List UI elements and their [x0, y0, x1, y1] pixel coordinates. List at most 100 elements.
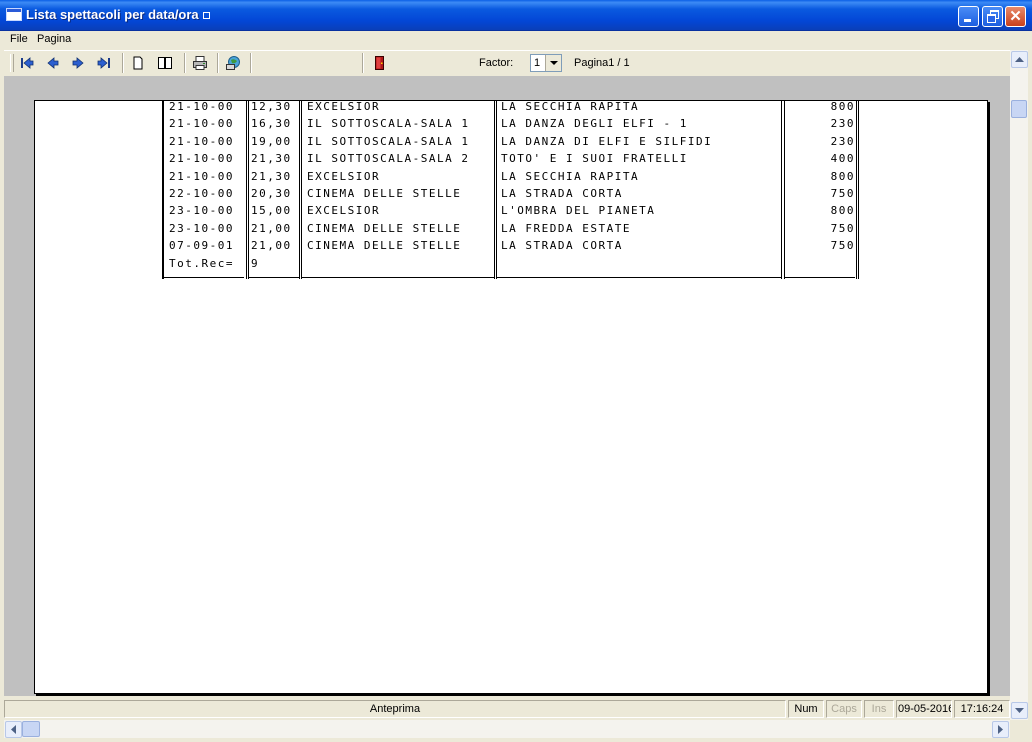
arrow-right-icon: [998, 725, 1003, 734]
report-column-rule: [246, 101, 247, 279]
exit-button[interactable]: [368, 53, 390, 73]
window-title: Lista spettacoli per data/ora: [26, 7, 210, 22]
last-page-icon: [97, 57, 110, 69]
printer-icon: [193, 56, 207, 70]
app-window-icon[interactable]: [6, 8, 22, 21]
toolbar: Factor: 1 Pagina1 / 1: [4, 50, 1010, 77]
report-cell-cinema: CINEMA DELLE STELLE: [307, 221, 462, 235]
report-column-rule: [856, 101, 857, 279]
report-column-rule: [301, 101, 302, 279]
single-page-button[interactable]: [127, 53, 149, 73]
toolbar-grip[interactable]: [10, 54, 14, 72]
report-cell-valore: 230: [830, 117, 855, 131]
title-bar[interactable]: Lista spettacoli per data/ora ✕: [0, 0, 1032, 31]
single-page-icon: [133, 56, 143, 70]
scroll-left-button[interactable]: [5, 721, 22, 738]
page-indicator: Pagina1 / 1: [574, 57, 630, 69]
minimize-button[interactable]: [958, 6, 979, 27]
report-cell-titolo: LA STRADA CORTA: [501, 187, 623, 200]
report-cell-valore: 750: [830, 239, 855, 253]
report-cell-ora: 21,30: [251, 169, 292, 183]
restore-button[interactable]: [982, 6, 1003, 27]
print-button[interactable]: [189, 53, 211, 73]
vertical-scrollbar[interactable]: [1010, 50, 1028, 720]
report-column-rule: [781, 101, 782, 279]
report-underline: [164, 277, 244, 278]
next-page-button[interactable]: [67, 53, 89, 73]
report-cell-valore: 400: [830, 152, 855, 166]
report-underline: [497, 277, 781, 278]
report-cell-data: 23-10-00: [169, 221, 234, 235]
horizontal-scroll-thumb[interactable]: [22, 721, 40, 737]
status-date: 09-05-2016: [896, 700, 952, 718]
report-cell-ora: 15,00: [251, 204, 292, 218]
close-icon: ✕: [1009, 8, 1022, 25]
report-cell-titolo: L'OMBRA DEL PIANETA: [501, 204, 656, 218]
report-cell-cinema: IL SOTTOSCALA-SALA 2: [307, 152, 470, 166]
minimize-icon: [964, 19, 971, 22]
report-cell-valore: 750: [830, 221, 855, 235]
report-underline: [249, 277, 299, 278]
report-cell-valore: 800: [830, 169, 855, 183]
report-cell-titolo: LA FREDDA ESTATE: [501, 221, 631, 235]
status-ins: Ins: [864, 700, 894, 718]
first-page-icon: [21, 57, 34, 69]
report-column-rule: [784, 101, 785, 279]
two-page-icon: [158, 57, 172, 69]
factor-label: Factor:: [479, 57, 514, 69]
prev-page-icon: [47, 57, 59, 69]
report-cell-cinema: EXCELSIOR: [307, 204, 381, 218]
report-total-value: 9: [251, 256, 260, 270]
exit-door-icon: [375, 56, 384, 70]
report-underline: [785, 277, 855, 278]
report-column-rule: [496, 101, 497, 279]
report-cell-data: 21-10-00: [169, 134, 234, 148]
report-cell-cinema: CINEMA DELLE STELLE: [307, 187, 462, 200]
report-cell-data: 23-10-00: [169, 204, 234, 218]
menu-pagina[interactable]: Pagina: [37, 33, 71, 45]
vertical-scroll-thumb[interactable]: [1011, 100, 1027, 118]
report-cell-titolo: LA SECCHIA RAPITA: [501, 100, 640, 113]
report-column-rule: [494, 101, 495, 279]
report-cell-data: 22-10-00: [169, 187, 234, 200]
report-cell-valore: 800: [830, 100, 855, 113]
scroll-up-button[interactable]: [1011, 51, 1028, 68]
preview-area: 21-10-00 12,30 EXCELSIOR LA SECCHIA RAPITA 8…: [4, 76, 1010, 696]
chevron-down-icon[interactable]: [545, 55, 561, 71]
status-bar: Anteprima Num Caps Ins 09-05-2016 17:16:…: [4, 698, 1010, 720]
factor-select[interactable]: 1: [530, 54, 562, 72]
first-page-button[interactable]: [16, 53, 38, 73]
scroll-right-button[interactable]: [992, 721, 1009, 738]
report-cell-ora: 21,30: [251, 152, 292, 166]
report-cell-data: 21-10-00: [169, 100, 234, 113]
last-page-button[interactable]: [93, 53, 115, 73]
report-cell-titolo: LA DANZA DI ELFI E SILFIDI: [501, 134, 713, 148]
report-cell-valore: 750: [830, 187, 855, 200]
report-cell-ora: 21,00: [251, 221, 292, 235]
report-cell-titolo: TOTO' E I SUOI FRATELLI: [501, 152, 688, 166]
report-cell-cinema: IL SOTTOSCALA-SALA 1: [307, 117, 470, 131]
report-cell-ora: 19,00: [251, 134, 292, 148]
report-column-rule: [299, 101, 300, 279]
report-underline: [302, 277, 495, 278]
scroll-down-button[interactable]: [1011, 702, 1028, 719]
report-cell-cinema: EXCELSIOR: [307, 169, 381, 183]
close-button[interactable]: ✕: [1005, 6, 1026, 27]
report-cell-ora: 12,30: [251, 100, 292, 113]
export-icon: [226, 56, 240, 70]
report-cell-cinema: CINEMA DELLE STELLE: [307, 239, 462, 253]
report-total-label: Tot.Rec=: [169, 256, 234, 270]
next-page-icon: [72, 57, 84, 69]
title-marker-icon: [202, 12, 210, 20]
status-caps: Caps: [826, 700, 862, 718]
report-cell-titolo: LA SECCHIA RAPITA: [501, 169, 640, 183]
export-button[interactable]: [222, 53, 244, 73]
two-page-button[interactable]: [154, 53, 176, 73]
menu-file[interactable]: File: [10, 33, 28, 45]
report-cell-data: 07-09-01: [169, 239, 234, 253]
horizontal-scrollbar[interactable]: [4, 720, 1010, 738]
report-cell-data: 21-10-00: [169, 152, 234, 166]
prev-page-button[interactable]: [42, 53, 64, 73]
report-column-rule: [162, 101, 164, 279]
arrow-up-icon: [1015, 57, 1024, 62]
